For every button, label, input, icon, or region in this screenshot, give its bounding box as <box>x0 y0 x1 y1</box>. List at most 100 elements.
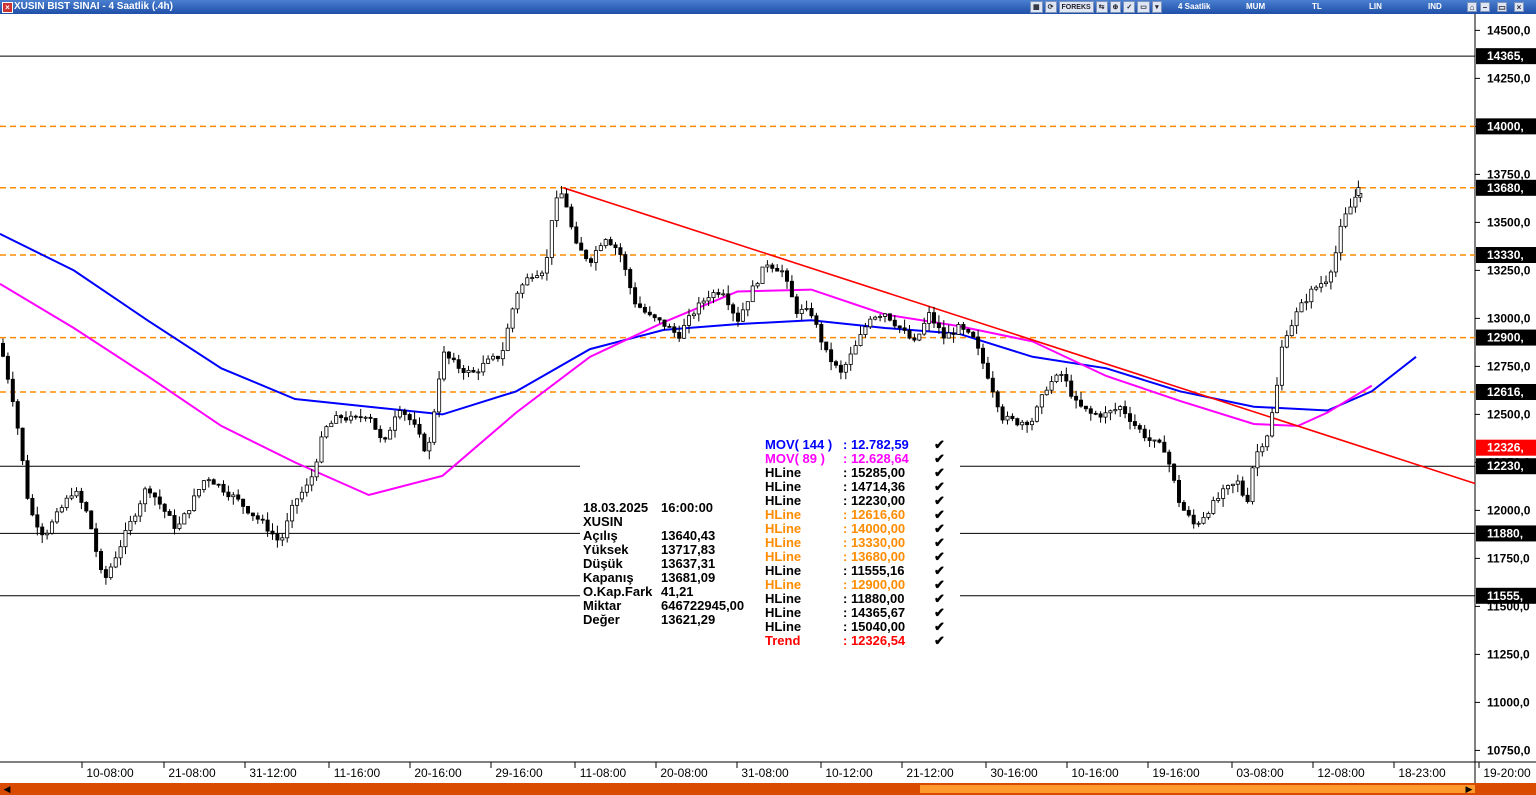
scroll-left-icon[interactable]: ◀ <box>2 784 12 794</box>
candle-body <box>221 483 226 493</box>
checkmark-icon[interactable]: ✔ <box>934 452 945 466</box>
candle-body <box>1044 389 1049 396</box>
legend-value: : 11555,16 <box>843 563 905 578</box>
hline-label: 12616, <box>1487 385 1524 399</box>
checkmark-icon[interactable]: ✔ <box>934 536 945 550</box>
candle-body <box>540 272 545 277</box>
candle-body <box>799 308 804 314</box>
candle-body <box>829 349 834 363</box>
candle-body <box>1211 500 1216 514</box>
candle-body <box>1025 421 1030 426</box>
checkmark-icon[interactable]: ✔ <box>934 634 945 648</box>
candle-body <box>388 429 393 440</box>
candle-body <box>809 308 814 317</box>
legend-name: MOV( 89 ) <box>765 451 825 466</box>
candle-body <box>1123 406 1128 415</box>
candle-body <box>936 322 941 329</box>
candle-body <box>1333 252 1338 273</box>
candle-body <box>1260 446 1265 453</box>
info-date: 18.03.2025 <box>583 500 649 515</box>
checkmark-icon[interactable]: ✔ <box>934 466 945 480</box>
legend-value: : 13330,00 <box>843 535 906 550</box>
x-tick-label: 20-16:00 <box>414 766 462 780</box>
legend-name: HLine <box>765 535 802 550</box>
candle-body <box>995 391 1000 408</box>
legend-name: HLine <box>765 605 802 620</box>
checkmark-icon[interactable]: ✔ <box>934 550 945 564</box>
candle-body <box>780 270 785 273</box>
candle-body <box>613 244 618 249</box>
hline-label: 11880, <box>1487 526 1523 540</box>
scroll-right-icon[interactable]: ▶ <box>1464 784 1474 794</box>
candle-body <box>726 293 731 306</box>
candle-body <box>118 546 123 559</box>
candle-body <box>946 332 951 339</box>
candle-body <box>1152 439 1157 442</box>
candle-body <box>1319 283 1324 288</box>
horizontal-scrollbar[interactable]: ◀ ▶ <box>0 783 1536 795</box>
candle-body <box>1245 494 1250 503</box>
candle-body <box>990 377 995 393</box>
candle-body <box>1196 522 1201 525</box>
candle-body <box>177 523 182 529</box>
candle-body <box>873 316 878 320</box>
checkmark-icon[interactable]: ✔ <box>934 606 945 620</box>
candle-body <box>363 416 368 419</box>
candle-body <box>1177 479 1182 503</box>
checkmark-icon[interactable]: ✔ <box>934 508 945 522</box>
candle-body <box>677 332 682 339</box>
candle-body <box>1235 480 1240 485</box>
x-tick-label: 18-23:00 <box>1398 766 1446 780</box>
candle-body <box>981 347 986 364</box>
candle-body <box>353 415 358 418</box>
candle-body <box>471 369 476 373</box>
candle-body <box>682 324 687 339</box>
candle-body <box>672 326 677 333</box>
candle-body <box>623 254 628 270</box>
candle-body <box>1015 418 1020 426</box>
candle-body <box>897 325 902 329</box>
candle-body <box>167 511 172 516</box>
checkmark-icon[interactable]: ✔ <box>934 592 945 606</box>
x-tick-label: 10-08:00 <box>86 766 134 780</box>
x-tick-label: 19-20:00 <box>1483 766 1531 780</box>
checkmark-icon[interactable]: ✔ <box>934 564 945 578</box>
checkmark-icon[interactable]: ✔ <box>934 494 945 508</box>
checkmark-icon[interactable]: ✔ <box>934 620 945 634</box>
candle-body <box>64 497 69 508</box>
candle-body <box>633 287 638 305</box>
checkmark-icon[interactable]: ✔ <box>934 522 945 536</box>
candle-body <box>1064 374 1069 382</box>
candle-body <box>15 401 20 429</box>
candle-body <box>1005 415 1010 421</box>
x-tick-label: 30-16:00 <box>990 766 1038 780</box>
checkmark-icon[interactable]: ✔ <box>934 480 945 494</box>
legend-value: : 14714,36 <box>843 479 906 494</box>
x-tick-label: 31-08:00 <box>741 766 789 780</box>
candle-body <box>402 410 407 415</box>
y-tick-label: 12750,0 <box>1487 359 1531 373</box>
candle-body <box>657 317 662 321</box>
candle-body <box>500 350 505 360</box>
info-value: 13621,29 <box>661 612 716 627</box>
price-chart[interactable]: 14500,014250,014000,013750,013500,013250… <box>0 0 1536 795</box>
scrollbar-thumb[interactable] <box>920 785 1475 793</box>
y-tick-label: 11000,0 <box>1487 695 1530 709</box>
candle-body <box>1162 441 1167 453</box>
candle-body <box>971 331 976 338</box>
candle-body <box>956 324 961 335</box>
legend-value: : 12326,54 <box>843 633 906 648</box>
trend-line <box>563 187 1476 485</box>
candle-body <box>157 496 162 505</box>
hline-label: 13330, <box>1487 248 1524 262</box>
checkmark-icon[interactable]: ✔ <box>934 578 945 592</box>
candle-body <box>789 280 794 298</box>
candle-body <box>574 226 579 244</box>
candle-body <box>1074 395 1079 401</box>
candle-body <box>1270 412 1275 437</box>
checkmark-icon[interactable]: ✔ <box>934 438 945 452</box>
legend-value: : 12230,00 <box>843 493 906 508</box>
candle-body <box>172 515 177 529</box>
candle-body <box>520 284 525 294</box>
candle-body <box>147 488 152 494</box>
